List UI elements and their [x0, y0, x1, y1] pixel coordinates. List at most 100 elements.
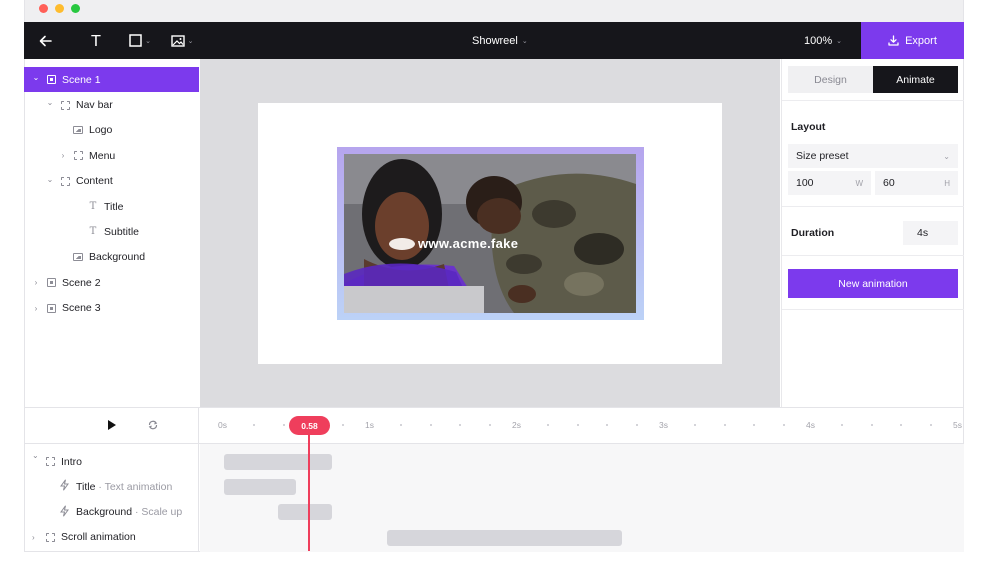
ruler-minor-tick: [929, 424, 932, 426]
loop-button[interactable]: [147, 419, 159, 434]
tab-design[interactable]: Design: [788, 66, 873, 93]
chevron-down-icon: ⌄: [836, 37, 843, 45]
layer-logo[interactable]: Logo: [24, 118, 199, 143]
layer-content[interactable]: ⌄ Content: [24, 169, 199, 194]
ruler-minor-tick: [870, 424, 873, 426]
text-tool-button[interactable]: T: [85, 22, 107, 59]
scene-icon: [46, 303, 56, 313]
image-icon: [73, 252, 83, 262]
top-toolbar: T ⌄ ⌄ Showreel ⌄ 100% ⌄ Export: [24, 22, 964, 59]
timeline-track-intro[interactable]: ⌄ Intro: [24, 449, 199, 474]
ruler-label: 1s: [365, 420, 374, 430]
play-icon: [108, 420, 116, 430]
layer-label: Logo: [89, 124, 113, 137]
chevron-down-icon[interactable]: ⌄: [32, 73, 40, 82]
layer-nav-bar[interactable]: ⌄ Nav bar: [24, 92, 199, 117]
ruler-minor-tick: [253, 424, 256, 426]
layer-label: Title: [104, 200, 124, 213]
project-name-dropdown[interactable]: Showreel ⌄: [472, 22, 528, 59]
duration-label: Duration: [791, 227, 835, 239]
shape-tool-button[interactable]: ⌄: [127, 22, 153, 59]
layer-subtitle[interactable]: T Subtitle: [24, 219, 199, 244]
size-preset-select[interactable]: Size preset ⌄: [788, 144, 958, 168]
chevron-right-icon[interactable]: ›: [59, 151, 67, 160]
chevron-down-icon[interactable]: ⌄: [32, 451, 39, 460]
ruler-minor-tick: [400, 424, 403, 426]
ruler-minor-tick: [782, 424, 785, 426]
photo-illustration: [344, 154, 636, 313]
frame-icon-glyph: [60, 100, 70, 110]
playhead-line[interactable]: [308, 426, 310, 551]
height-value: 60: [883, 177, 895, 189]
chevron-right-icon[interactable]: ›: [32, 304, 40, 313]
new-animation-button[interactable]: New animation: [788, 269, 958, 298]
back-button[interactable]: [34, 22, 56, 59]
layout-heading: Layout: [791, 121, 826, 133]
track-bar-scroll-animation[interactable]: [387, 530, 622, 546]
track-bar-background[interactable]: [278, 504, 332, 520]
inspector-tabs: Design Animate: [788, 66, 958, 93]
chevron-right-icon[interactable]: ›: [32, 533, 35, 542]
ruler-minor-tick: [635, 424, 638, 426]
width-suffix: W: [855, 178, 863, 188]
text-icon: T: [88, 227, 98, 237]
artboard[interactable]: www.acme.fake: [258, 103, 722, 364]
ruler-label: 4s: [806, 420, 815, 430]
selected-media-frame[interactable]: www.acme.fake: [337, 147, 644, 320]
width-field[interactable]: 100 W: [788, 171, 871, 195]
layer-label: Nav bar: [76, 99, 113, 112]
frame-icon-glyph: [60, 176, 70, 186]
ruler-minor-tick: [459, 424, 462, 426]
ruler-minor-tick: [723, 424, 726, 426]
lightning-icon: [60, 479, 69, 494]
scene-icon: [46, 278, 56, 288]
chevron-down-icon[interactable]: ⌄: [46, 98, 54, 107]
text-icon-glyph: T: [89, 226, 97, 238]
download-icon: [888, 35, 899, 46]
height-field[interactable]: 60 H: [875, 171, 958, 195]
canvas-area[interactable]: www.acme.fake: [200, 59, 780, 407]
image-icon: [170, 34, 185, 47]
chevron-right-icon[interactable]: ›: [32, 278, 40, 287]
timeline-track-title[interactable]: Title · Text animation: [24, 474, 199, 499]
track-name: Scroll animation: [61, 531, 136, 544]
track-bar-title[interactable]: [224, 479, 296, 495]
width-value: 100: [796, 177, 814, 189]
track-name: Intro: [61, 455, 83, 468]
frame-icon-glyph: [73, 151, 83, 161]
ruler-label: 3s: [659, 420, 668, 430]
ruler-minor-tick: [606, 424, 609, 426]
chevron-down-icon[interactable]: ⌄: [46, 175, 54, 184]
chevron-down-icon: ⌄: [943, 151, 950, 161]
layer-label: Scene 2: [62, 276, 101, 289]
play-button[interactable]: [107, 419, 117, 434]
layer-scene-1[interactable]: ⌄ Scene 1: [24, 67, 199, 93]
image-icon-glyph: [73, 126, 83, 135]
track-bar-intro[interactable]: [224, 454, 332, 470]
layer-scene-2[interactable]: › Scene 2: [24, 270, 199, 295]
timeline-track-scroll-animation[interactable]: › Scroll animation: [24, 525, 199, 550]
loop-icon: [148, 420, 158, 430]
duration-field[interactable]: 4s: [903, 221, 958, 245]
image-tool-button[interactable]: ⌄: [169, 22, 195, 59]
layer-scene-3[interactable]: › Scene 3: [24, 296, 199, 321]
layer-background[interactable]: Background: [24, 245, 199, 270]
zoom-level: 100%: [804, 34, 833, 47]
timeline-track-list: ⌄ Intro Title · Text animation Background ·…: [24, 444, 199, 552]
layer-menu[interactable]: › Menu: [24, 143, 199, 168]
overlay-url-text: www.acme.fake: [418, 236, 519, 251]
divider: [782, 206, 964, 207]
track-label: Background · Scale up: [76, 506, 182, 518]
duration-value: 4s: [917, 227, 929, 239]
arrow-left-icon: [39, 35, 52, 46]
scene-icon-glyph: [46, 278, 56, 288]
timeline-track-background[interactable]: Background · Scale up: [24, 500, 199, 525]
ruler-minor-tick: [900, 424, 903, 426]
tab-animate[interactable]: Animate: [873, 66, 958, 93]
rectangle-icon: [129, 34, 142, 47]
layer-title[interactable]: T Title: [24, 194, 199, 219]
zoom-dropdown[interactable]: 100% ⌄: [804, 22, 842, 59]
frame-icon: [46, 457, 55, 466]
export-button[interactable]: Export: [861, 22, 964, 59]
playhead-marker[interactable]: 0.58: [289, 416, 330, 435]
